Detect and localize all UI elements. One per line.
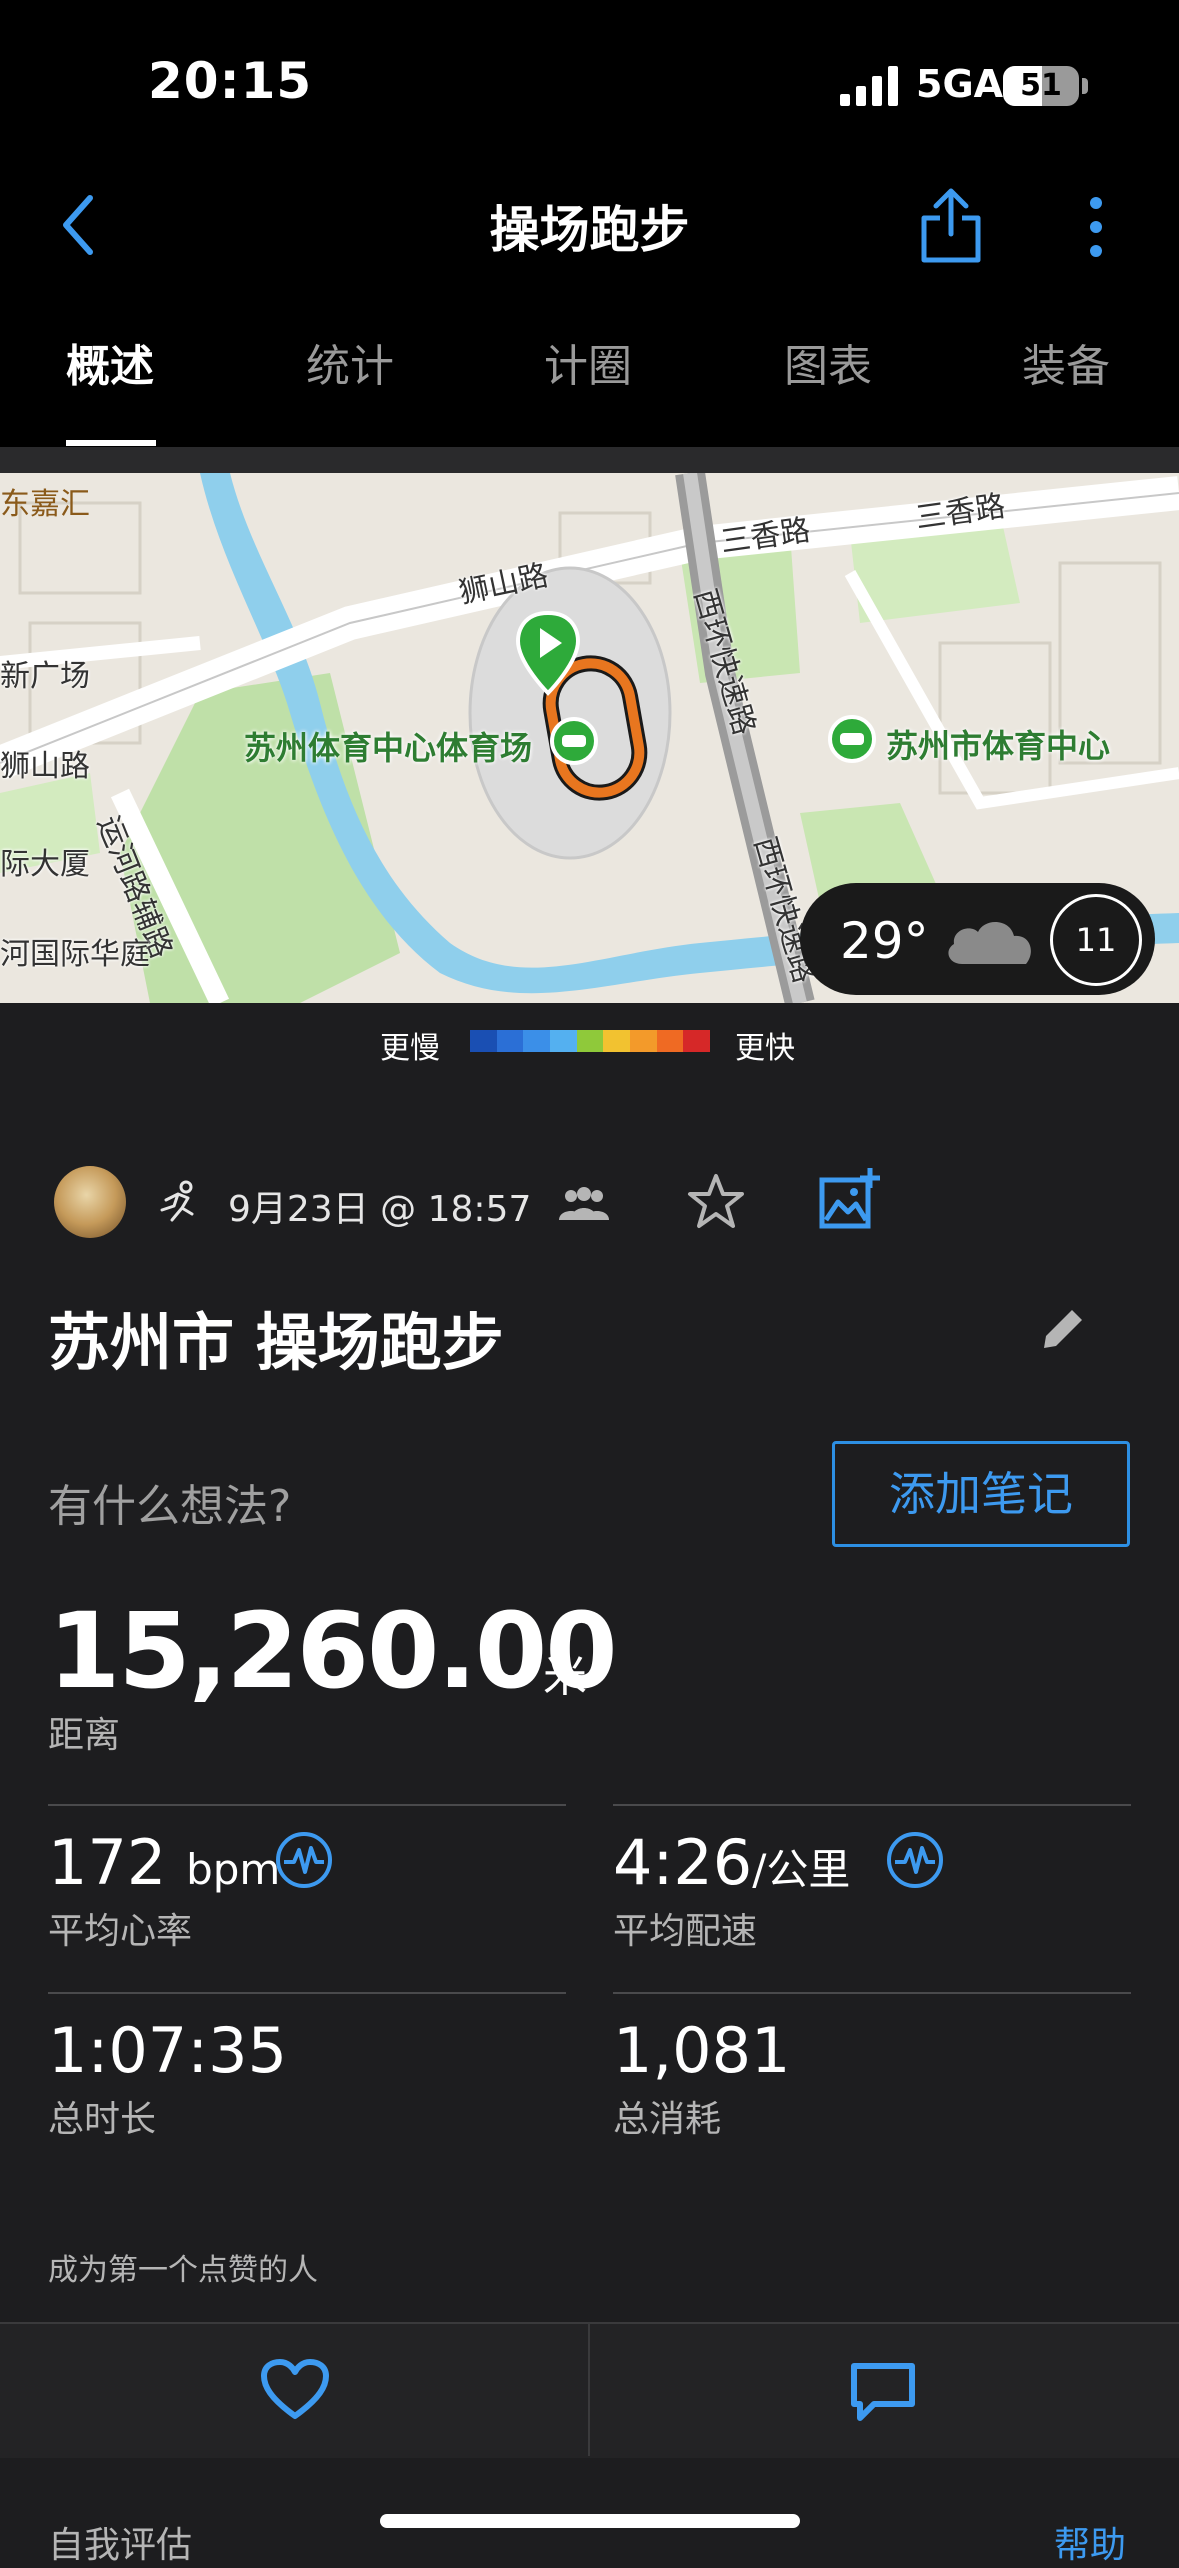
legend-color-swatch bbox=[683, 1030, 711, 1052]
likes-prompt: 成为第一个点赞的人 bbox=[48, 2253, 318, 2288]
avg-pace-label: 平均配速 bbox=[613, 1911, 758, 1952]
legend-slower: 更慢 bbox=[380, 1031, 440, 1066]
divider bbox=[48, 1804, 566, 1806]
help-link[interactable]: 帮助 bbox=[1054, 2516, 1126, 2568]
avg-pace: 4:26/公里 bbox=[613, 1826, 850, 1899]
comment-icon[interactable] bbox=[848, 2360, 918, 2422]
legend-color-swatch bbox=[656, 1030, 684, 1052]
action-divider bbox=[588, 2322, 590, 2456]
legend-color-swatch bbox=[603, 1030, 631, 1052]
legend-color-swatch bbox=[576, 1030, 604, 1052]
legend-color-swatch bbox=[496, 1030, 524, 1052]
activity-name: 苏州市 操场跑步 bbox=[48, 1306, 504, 1379]
edit-pencil-icon[interactable] bbox=[1040, 1306, 1086, 1352]
avg-heart-rate-value: 172 bbox=[48, 1826, 167, 1899]
tab-stats[interactable]: 统计 bbox=[306, 330, 394, 394]
activity-datetime: 9月23日 @ 18:57 bbox=[228, 1189, 532, 1230]
legend-color-bar bbox=[470, 1030, 711, 1052]
separator-band bbox=[0, 447, 1179, 473]
legend-color-swatch bbox=[470, 1030, 497, 1052]
pace-pulse-icon[interactable] bbox=[885, 1830, 945, 1890]
more-options-icon[interactable] bbox=[1082, 196, 1110, 258]
tab-overview[interactable]: 概述 bbox=[66, 330, 154, 394]
sports-center-label: 苏州市体育中心 bbox=[886, 727, 1111, 765]
tab-charts[interactable]: 图表 bbox=[784, 330, 872, 394]
map-label: 际大厦 bbox=[0, 847, 90, 882]
status-time: 20:15 bbox=[148, 52, 313, 110]
total-duration-value: 1:07:35 bbox=[48, 2014, 288, 2087]
battery-level: 51 bbox=[1020, 68, 1062, 103]
distance-unit: 米 bbox=[543, 1651, 587, 1702]
distance-value: 15,260.00 bbox=[48, 1590, 618, 1712]
network-type: 5GA bbox=[916, 62, 1004, 106]
stadium-label: 苏州体育中心体育场 bbox=[244, 729, 533, 767]
tab-active-indicator bbox=[66, 440, 156, 446]
avg-pace-value: 4:26 bbox=[613, 1826, 753, 1899]
map-label: 河国际华庭 bbox=[0, 937, 150, 972]
tab-laps[interactable]: 计圈 bbox=[544, 330, 632, 394]
add-photo-icon[interactable] bbox=[818, 1166, 882, 1230]
thoughts-prompt[interactable]: 有什么想法? bbox=[48, 1470, 291, 1534]
heart-rate-pulse-icon[interactable] bbox=[274, 1830, 334, 1890]
avg-heart-rate: 172 bpm bbox=[48, 1826, 280, 1899]
cloud-icon bbox=[948, 921, 1031, 964]
divider bbox=[48, 1992, 566, 1994]
divider bbox=[613, 1804, 1131, 1806]
pace-legend: 更慢 更快 bbox=[0, 1015, 1179, 1066]
temperature: 29° bbox=[840, 912, 929, 970]
total-calories-label: 总消耗 bbox=[613, 2099, 722, 2140]
avg-heart-rate-unit: bpm bbox=[186, 1845, 281, 1894]
page-title: 操场跑步 bbox=[489, 201, 690, 259]
total-duration-label: 总时长 bbox=[48, 2099, 157, 2140]
legend-color-swatch bbox=[550, 1030, 577, 1052]
map-label: 东嘉汇 bbox=[0, 487, 90, 522]
self-evaluation-heading: 自我评估 bbox=[48, 2525, 193, 2566]
add-note-button[interactable]: 添加笔记 bbox=[832, 1441, 1130, 1547]
legend-faster: 更快 bbox=[735, 1031, 795, 1066]
tab-gear[interactable]: 装备 bbox=[1022, 330, 1110, 394]
home-indicator bbox=[380, 2514, 800, 2528]
like-heart-icon[interactable] bbox=[260, 2358, 330, 2422]
divider bbox=[613, 1992, 1131, 1994]
favorite-star-icon[interactable] bbox=[686, 1172, 746, 1232]
group-icon[interactable] bbox=[555, 1186, 613, 1222]
map-label: 狮山路 bbox=[0, 749, 90, 784]
avg-heart-rate-label: 平均心率 bbox=[48, 1911, 193, 1952]
tab-bar: 概述 统计 计圈 图表 装备 bbox=[0, 330, 1179, 445]
total-calories-value: 1,081 bbox=[613, 2014, 791, 2087]
share-icon[interactable] bbox=[918, 186, 984, 266]
cellular-signal-icon bbox=[840, 66, 898, 106]
avatar[interactable] bbox=[54, 1166, 126, 1238]
wind-indicator: 11 bbox=[1050, 894, 1142, 986]
legend-color-swatch bbox=[523, 1030, 551, 1052]
map-label: 新广场 bbox=[0, 659, 90, 694]
running-icon bbox=[160, 1180, 194, 1222]
distance-label: 距离 bbox=[48, 1715, 121, 1756]
avg-pace-unit: /公里 bbox=[752, 1845, 851, 1894]
battery-icon: 51 bbox=[1003, 66, 1079, 106]
legend-color-swatch bbox=[630, 1030, 657, 1052]
battery-cap bbox=[1082, 78, 1088, 94]
